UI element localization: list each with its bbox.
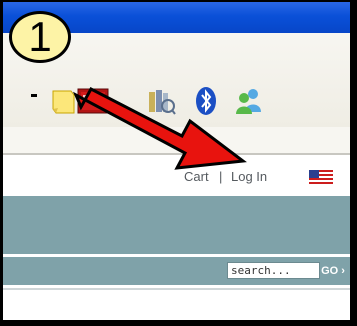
step-number-badge: 1 [9, 11, 71, 63]
